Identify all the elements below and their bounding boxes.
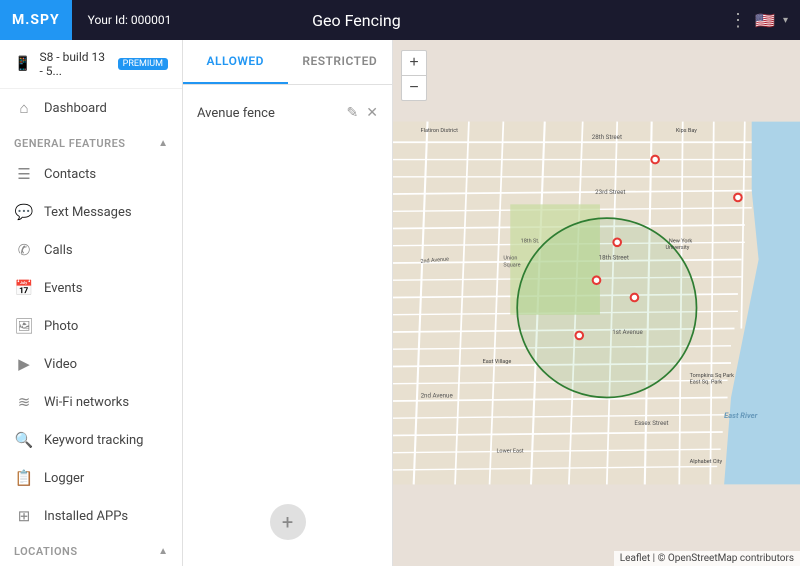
calls-icon: ✆ — [14, 241, 34, 259]
user-id: Your Id: 000001 — [72, 13, 312, 27]
svg-text:East Village: East Village — [483, 359, 512, 365]
locations-collapse-icon[interactable]: ▲ — [158, 546, 168, 557]
photo-icon: 🖼 — [14, 317, 34, 335]
zoom-out-button[interactable]: − — [402, 76, 426, 100]
svg-text:East River: East River — [724, 411, 757, 420]
sidebar-item-text-messages[interactable]: 💬 Text Messages — [0, 193, 182, 231]
dashboard-icon: ⌂ — [14, 99, 34, 117]
locations-section: LOCATIONS ▲ — [0, 535, 182, 563]
header: M.SPY Your Id: 000001 Geo Fencing ⋮ 🇺🇸 ▾ — [0, 0, 800, 40]
logo: M.SPY — [0, 0, 72, 40]
map-svg: 28th Street 23rd Street 18th Street 1st … — [393, 40, 800, 566]
fence-list: Avenue fence ✎ ✕ — [183, 85, 392, 295]
sidebar-item-label: Keyword tracking — [44, 433, 144, 448]
svg-text:University: University — [665, 245, 689, 251]
map-area: + − — [393, 40, 800, 566]
svg-text:Lower East: Lower East — [496, 449, 523, 455]
premium-badge: PREMIUM — [118, 58, 168, 70]
sidebar-item-label: Dashboard — [44, 101, 107, 116]
sidebar-item-contacts[interactable]: ☰ Contacts — [0, 155, 182, 193]
svg-text:28th Street: 28th Street — [592, 133, 622, 141]
sidebar-item-photo[interactable]: 🖼 Photo — [0, 307, 182, 345]
svg-text:Essex Street: Essex Street — [634, 419, 668, 427]
fence-tabs: ALLOWED RESTRICTED — [183, 40, 392, 85]
svg-text:1st Avenue: 1st Avenue — [612, 328, 643, 336]
zoom-in-button[interactable]: + — [402, 51, 426, 75]
apps-icon: ⊞ — [14, 507, 34, 525]
sidebar-item-logger[interactable]: 📋 Logger — [0, 459, 182, 497]
fence-item: Avenue fence ✎ ✕ — [183, 95, 392, 131]
flag-icon: 🇺🇸 — [755, 11, 775, 30]
sidebar-item-wifi-networks[interactable]: ≋ Wi-Fi networks — [0, 383, 182, 421]
fence-actions: ✎ ✕ — [347, 105, 378, 121]
main-layout: 📱 S8 - build 13 - 5... PREMIUM ⌂ Dashboa… — [0, 40, 800, 566]
page-title: Geo Fencing — [312, 11, 729, 30]
sidebar-item-events[interactable]: 📅 Events — [0, 269, 182, 307]
sidebar-item-label: Events — [44, 281, 82, 296]
sidebar-item-video[interactable]: ▶ Video — [0, 345, 182, 383]
text-messages-icon: 💬 — [14, 203, 34, 221]
sidebar-item-keyword-tracking[interactable]: 🔍 Keyword tracking — [0, 421, 182, 459]
video-icon: ▶ — [14, 355, 34, 373]
sidebar-item-calls[interactable]: ✆ Calls — [0, 231, 182, 269]
add-fence-button[interactable]: + — [270, 504, 306, 540]
logger-icon: 📋 — [14, 469, 34, 487]
sidebar-item-label: Installed APPs — [44, 509, 128, 524]
svg-text:Alphabet City: Alphabet City — [690, 459, 723, 465]
tab-allowed[interactable]: ALLOWED — [183, 40, 288, 84]
phone-icon: 📱 — [14, 56, 31, 72]
svg-text:Tompkins Sq Park: Tompkins Sq Park — [690, 373, 734, 379]
more-options-icon[interactable]: ⋮ — [729, 10, 747, 31]
tab-restricted[interactable]: RESTRICTED — [288, 40, 393, 84]
edit-fence-icon[interactable]: ✎ — [347, 105, 359, 121]
sidebar-item-label: Logger — [44, 471, 84, 486]
locations-title: LOCATIONS — [14, 545, 78, 558]
events-icon: 📅 — [14, 279, 34, 297]
delete-fence-icon[interactable]: ✕ — [366, 105, 378, 121]
svg-text:New York: New York — [669, 238, 692, 244]
svg-text:Flatiron District: Flatiron District — [421, 128, 459, 134]
map-zoom-controls: + − — [401, 50, 427, 101]
sidebar-item-dashboard[interactable]: ⌂ Dashboard — [0, 89, 182, 127]
svg-text:2nd Avenue: 2nd Avenue — [421, 392, 454, 400]
sidebar-item-label: Video — [44, 357, 77, 372]
svg-text:East Sq. Park: East Sq. Park — [690, 380, 723, 386]
svg-text:18th St.: 18th St. — [521, 238, 540, 244]
svg-text:18th Street: 18th Street — [599, 254, 629, 262]
device-name: S8 - build 13 - 5... — [39, 50, 105, 78]
sidebar-item-label: Calls — [44, 243, 73, 258]
general-features-section: GENERAL FEATURES ▲ — [0, 127, 182, 155]
sidebar-item-label: Text Messages — [44, 205, 132, 220]
sidebar-item-label: Contacts — [44, 167, 96, 182]
svg-text:Kips Bay: Kips Bay — [676, 128, 697, 134]
language-chevron-icon[interactable]: ▾ — [783, 15, 788, 26]
sidebar-item-label: Wi-Fi networks — [44, 395, 129, 410]
fence-name: Avenue fence — [197, 106, 347, 121]
map-attribution: Leaflet | © OpenStreetMap contributors — [614, 551, 800, 566]
sidebar-item-installed-apps[interactable]: ⊞ Installed APPs — [0, 497, 182, 535]
svg-text:Square: Square — [503, 262, 520, 268]
sidebar-item-label: Photo — [44, 319, 78, 334]
svg-text:23rd Street: 23rd Street — [595, 188, 625, 196]
collapse-icon[interactable]: ▲ — [158, 138, 168, 149]
logo-text: M.SPY — [12, 12, 60, 28]
contacts-icon: ☰ — [14, 165, 34, 183]
keyword-icon: 🔍 — [14, 431, 34, 449]
device-item[interactable]: 📱 S8 - build 13 - 5... PREMIUM — [0, 40, 182, 89]
svg-text:Union: Union — [503, 256, 517, 262]
sidebar: 📱 S8 - build 13 - 5... PREMIUM ⌂ Dashboa… — [0, 40, 183, 566]
content-area: ALLOWED RESTRICTED Avenue fence ✎ ✕ + — [183, 40, 800, 566]
header-actions: ⋮ 🇺🇸 ▾ — [729, 10, 800, 31]
leaflet-text: Leaflet | © OpenStreetMap contributors — [620, 553, 794, 564]
fence-panel: ALLOWED RESTRICTED Avenue fence ✎ ✕ + — [183, 40, 393, 566]
general-features-title: GENERAL FEATURES — [14, 137, 126, 150]
wifi-icon: ≋ — [14, 393, 34, 411]
